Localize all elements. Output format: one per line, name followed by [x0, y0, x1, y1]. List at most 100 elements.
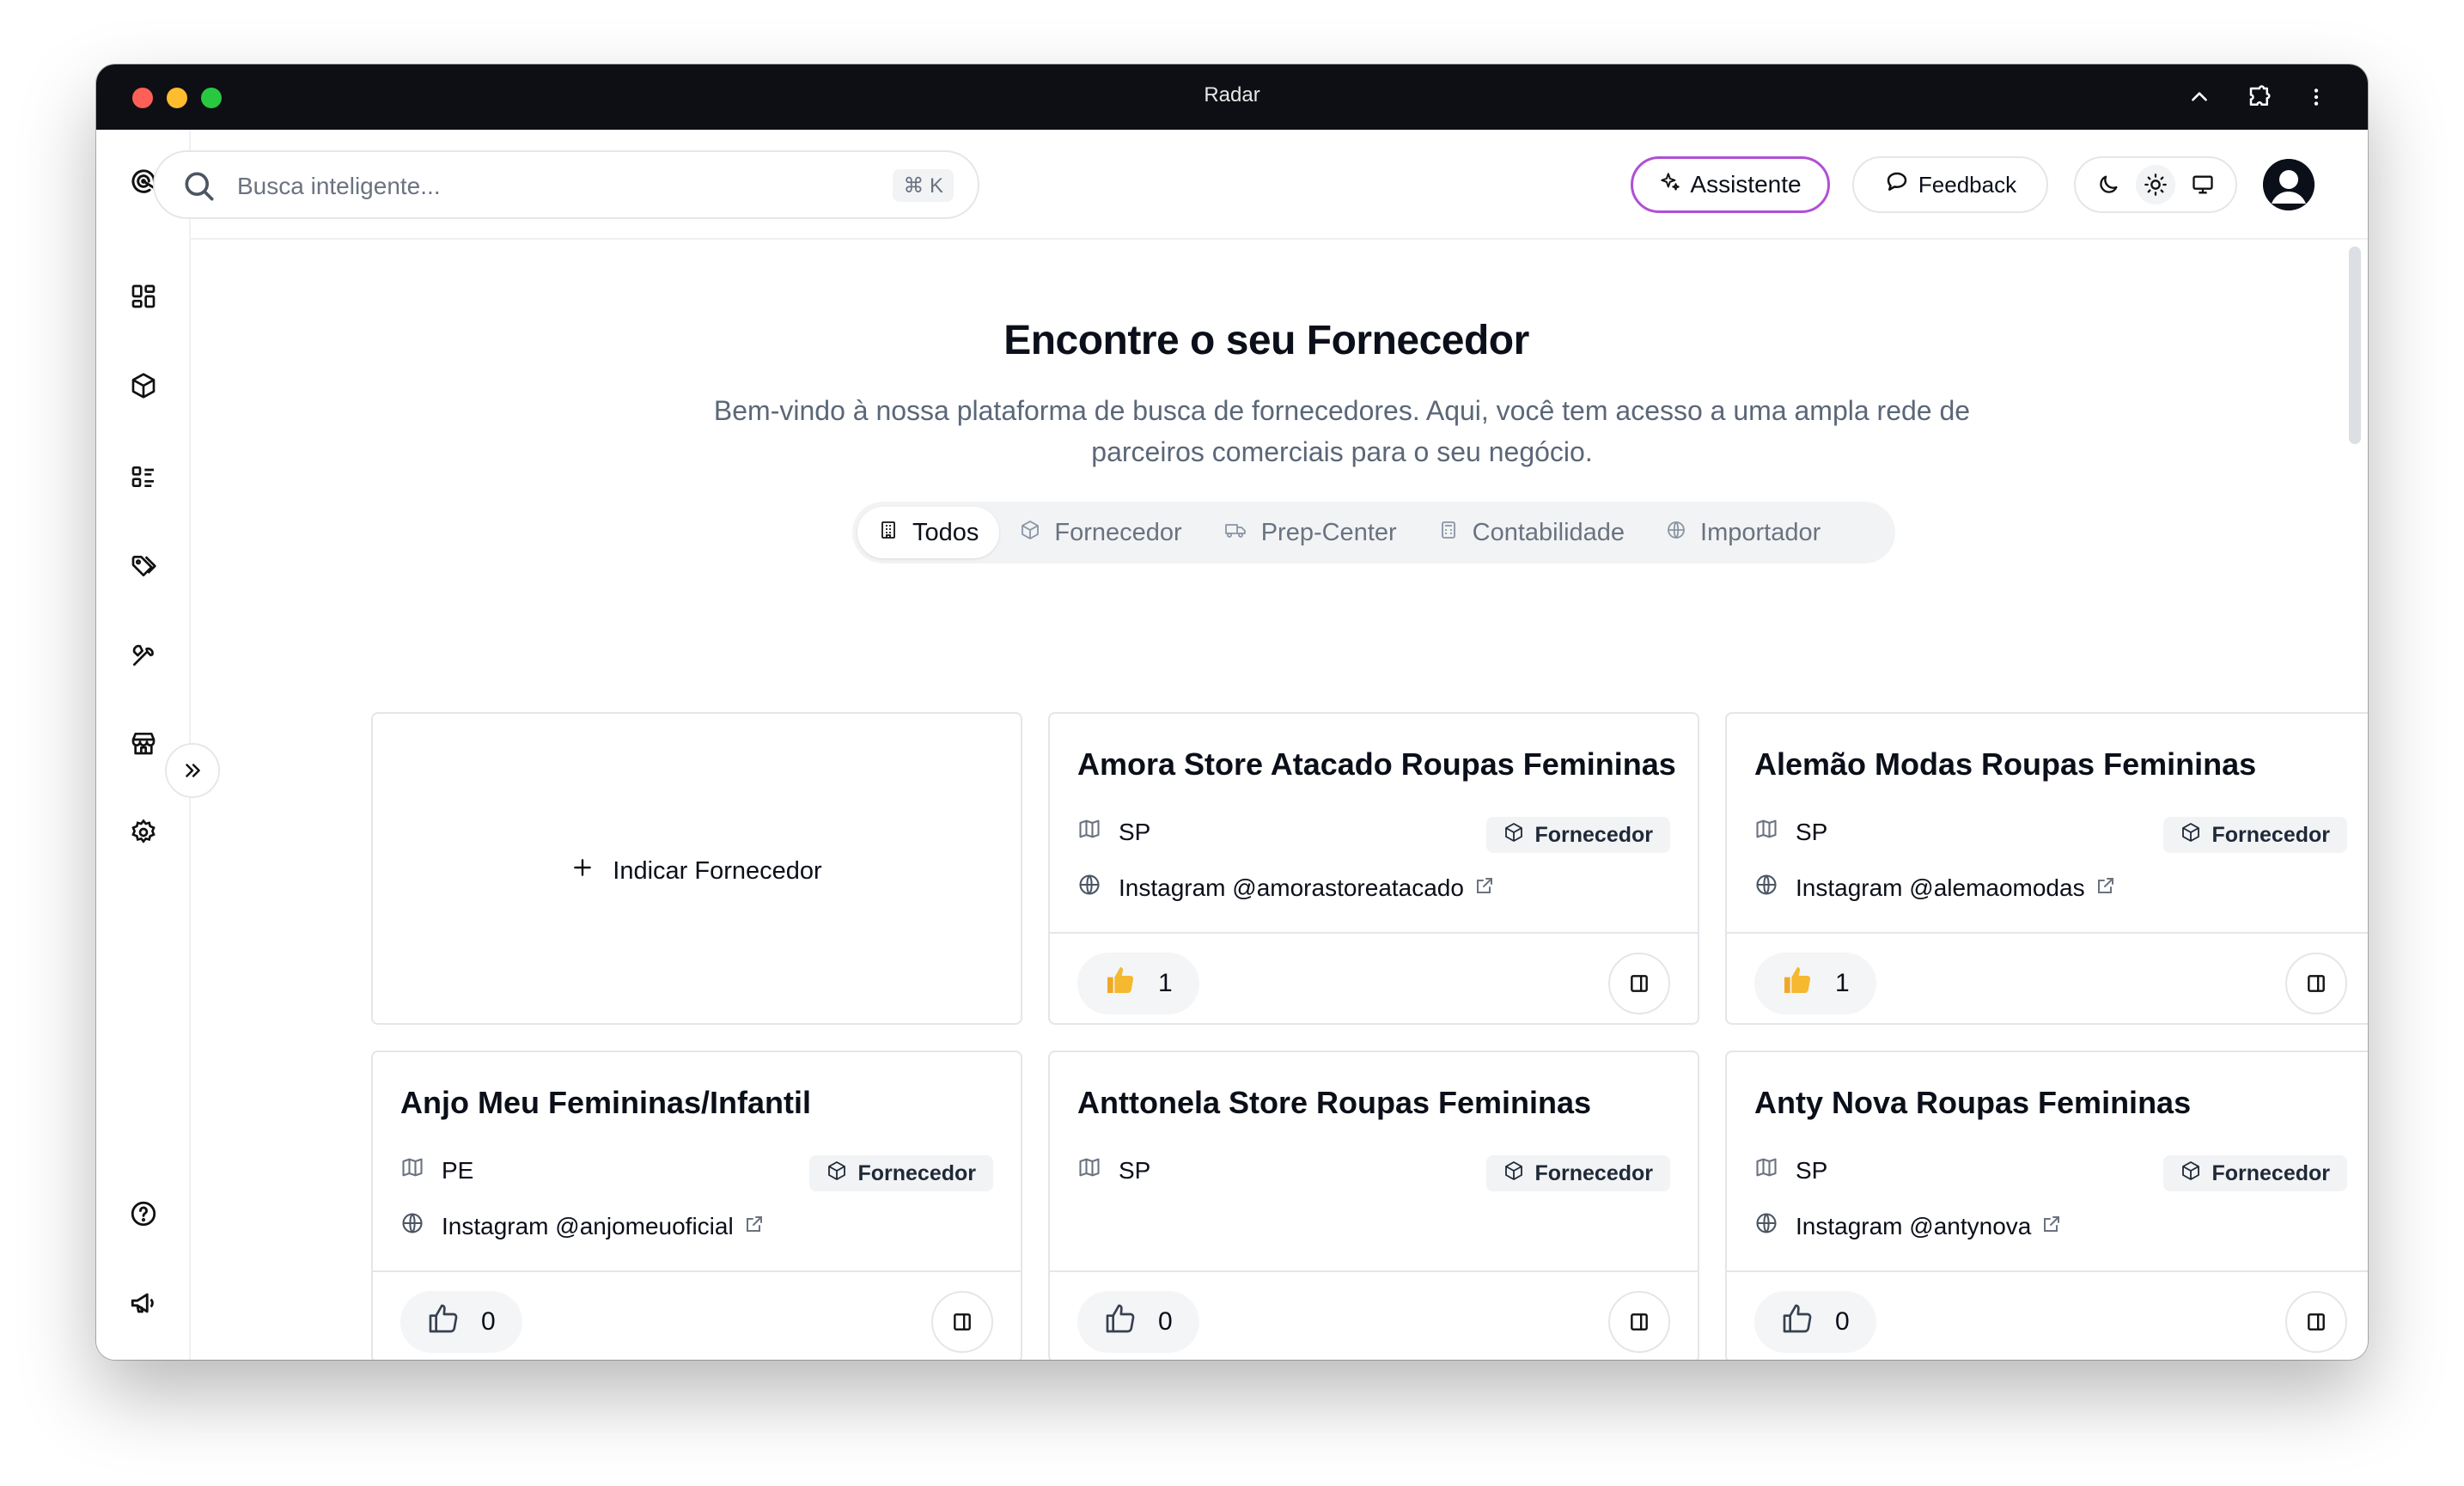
- supplier-instagram-link[interactable]: Instagram @antynova: [1754, 1211, 2062, 1241]
- feedback-button[interactable]: Feedback: [1852, 156, 2048, 213]
- search-input[interactable]: [237, 169, 839, 204]
- map-icon: [1754, 1155, 1778, 1185]
- globe-icon: [1754, 873, 1778, 903]
- search-box[interactable]: ⌘ K: [153, 150, 979, 219]
- map-icon: [1754, 817, 1778, 847]
- supplier-type-badge: Fornecedor: [1486, 1155, 1670, 1191]
- badge-label: Fornecedor: [857, 1160, 976, 1185]
- category-filter-bar: Todos Fornecedor Prep-Center Contabilida…: [852, 502, 1895, 563]
- more-vertical-icon[interactable]: [2301, 82, 2332, 113]
- like-button[interactable]: 0: [1754, 1291, 1876, 1353]
- globe-icon: [1666, 519, 1686, 547]
- external-link-icon: [2041, 1213, 2062, 1240]
- thumbs-up-icon: [426, 1301, 460, 1343]
- calculator-icon: [1438, 519, 1459, 547]
- link-label: Instagram @amorastoreatacado: [1119, 874, 1464, 901]
- expand-sidebar-button[interactable]: [165, 743, 220, 798]
- supplier-instagram-link[interactable]: Instagram @amorastoreatacado: [1077, 873, 1495, 903]
- package-icon: [826, 1160, 847, 1187]
- supplier-card[interactable]: Anjo Meu Femininas/Infantil PE Fornecedo…: [371, 1051, 1022, 1360]
- assistant-button[interactable]: Assistente: [1631, 156, 1830, 213]
- scrollbar-thumb[interactable]: [2349, 247, 2361, 444]
- card-footer: 1: [1727, 932, 2368, 1023]
- suggest-supplier-card[interactable]: Indicar Fornecedor: [371, 712, 1022, 1025]
- package-icon[interactable]: [123, 365, 164, 406]
- tags-icon[interactable]: [123, 545, 164, 587]
- sparkles-icon: [1659, 171, 1681, 199]
- filter-tab-importador[interactable]: Importador: [1645, 507, 1841, 558]
- supplier-name: Anttonela Store Roupas Femininas: [1077, 1085, 1592, 1120]
- supplier-card[interactable]: Anttonela Store Roupas Femininas SP Forn…: [1048, 1051, 1699, 1360]
- external-link-icon: [1474, 874, 1495, 902]
- filter-tab-label: Fornecedor: [1054, 518, 1182, 546]
- search-shortcut-hint: ⌘ K: [893, 169, 954, 202]
- filter-tab-label: Prep-Center: [1260, 518, 1397, 546]
- supplier-name: Amora Store Atacado Roupas Femininas: [1077, 746, 1676, 782]
- supplier-state: PE: [400, 1155, 473, 1185]
- system-mode-monitor-icon[interactable]: [2183, 165, 2223, 204]
- dark-mode-moon-icon[interactable]: [2089, 165, 2128, 204]
- page-subtitle-line-2: parceiros comerciais para o seu negócio.: [1091, 436, 1593, 467]
- supplier-instagram-link[interactable]: Instagram @anjomeuoficial: [400, 1211, 765, 1241]
- supplier-type-badge: Fornecedor: [2163, 1155, 2347, 1191]
- open-side-panel-button[interactable]: [2285, 1291, 2347, 1353]
- chevron-up-icon[interactable]: [2184, 82, 2215, 113]
- like-button[interactable]: 0: [1077, 1291, 1199, 1353]
- like-count: 0: [1158, 1307, 1173, 1336]
- megaphone-icon[interactable]: [123, 1282, 164, 1324]
- plus-icon: [571, 856, 594, 886]
- open-side-panel-button[interactable]: [931, 1291, 993, 1353]
- filter-tab-contabilidade[interactable]: Contabilidade: [1418, 507, 1645, 558]
- state-label: SP: [1796, 818, 1828, 845]
- like-button[interactable]: 0: [400, 1291, 522, 1353]
- open-side-panel-button[interactable]: [2285, 953, 2347, 1014]
- page-title: Encontre o seu Fornecedor: [1003, 318, 1529, 363]
- dashboard-icon[interactable]: [123, 276, 164, 317]
- building-icon: [878, 519, 899, 547]
- link-label: Instagram @alemaomodas: [1796, 874, 2085, 901]
- supplier-instagram-link[interactable]: Instagram @alemaomodas: [1754, 873, 2116, 903]
- help-icon[interactable]: [123, 1193, 164, 1234]
- truck-icon: [1223, 519, 1247, 547]
- user-avatar[interactable]: [2263, 159, 2315, 210]
- package-icon: [1020, 519, 1040, 547]
- list-icon[interactable]: [123, 456, 164, 497]
- sidebar: [96, 130, 191, 1360]
- supplier-card[interactable]: Amora Store Atacado Roupas Femininas SP …: [1048, 712, 1699, 1025]
- link-label: Instagram @antynova: [1796, 1212, 2032, 1239]
- like-button[interactable]: 1: [1754, 953, 1876, 1014]
- supplier-card[interactable]: Anty Nova Roupas Femininas SP Fornecedor…: [1725, 1051, 2368, 1360]
- extension-puzzle-icon[interactable]: [2244, 82, 2275, 113]
- like-button[interactable]: 1: [1077, 953, 1199, 1014]
- filter-tab-fornecedor[interactable]: Fornecedor: [999, 507, 1202, 558]
- title-bar: Radar: [96, 64, 2368, 130]
- supplier-state: SP: [1754, 1155, 1827, 1185]
- card-footer: 0: [1727, 1270, 2368, 1360]
- filter-tab-prep-center[interactable]: Prep-Center: [1203, 507, 1418, 558]
- external-link-icon: [744, 1213, 765, 1240]
- filter-tab-todos[interactable]: Todos: [857, 507, 1000, 558]
- globe-icon: [1754, 1211, 1778, 1241]
- settings-gear-icon[interactable]: [123, 812, 164, 853]
- supplier-card[interactable]: Alemão Modas Roupas Femininas SP Fornece…: [1725, 712, 2368, 1025]
- map-icon: [1077, 817, 1101, 847]
- supplier-type-badge: Fornecedor: [2163, 817, 2347, 853]
- like-count: 0: [1835, 1307, 1850, 1336]
- package-icon: [1503, 1160, 1524, 1187]
- page-subtitle-line-1: Bem-vindo à nossa plataforma de busca de…: [713, 395, 1971, 426]
- supplier-type-badge: Fornecedor: [1486, 817, 1670, 853]
- link-label: Instagram @anjomeuoficial: [442, 1212, 734, 1239]
- open-side-panel-button[interactable]: [1608, 953, 1670, 1014]
- like-count: 0: [481, 1307, 496, 1336]
- store-icon[interactable]: [123, 722, 164, 764]
- open-side-panel-button[interactable]: [1608, 1291, 1670, 1353]
- light-mode-sun-icon[interactable]: [2135, 165, 2175, 204]
- like-count: 1: [1158, 969, 1173, 997]
- feedback-label: Feedback: [1918, 171, 2017, 198]
- supplier-type-badge: Fornecedor: [809, 1155, 993, 1191]
- card-footer: 1: [1050, 932, 1698, 1023]
- window-title: Radar: [1204, 83, 1260, 107]
- filter-tab-label: Contabilidade: [1472, 518, 1625, 546]
- app-window: Radar Busca inteligente... ⌘ K Assistent…: [96, 64, 2368, 1360]
- wrench-icon[interactable]: [123, 635, 164, 676]
